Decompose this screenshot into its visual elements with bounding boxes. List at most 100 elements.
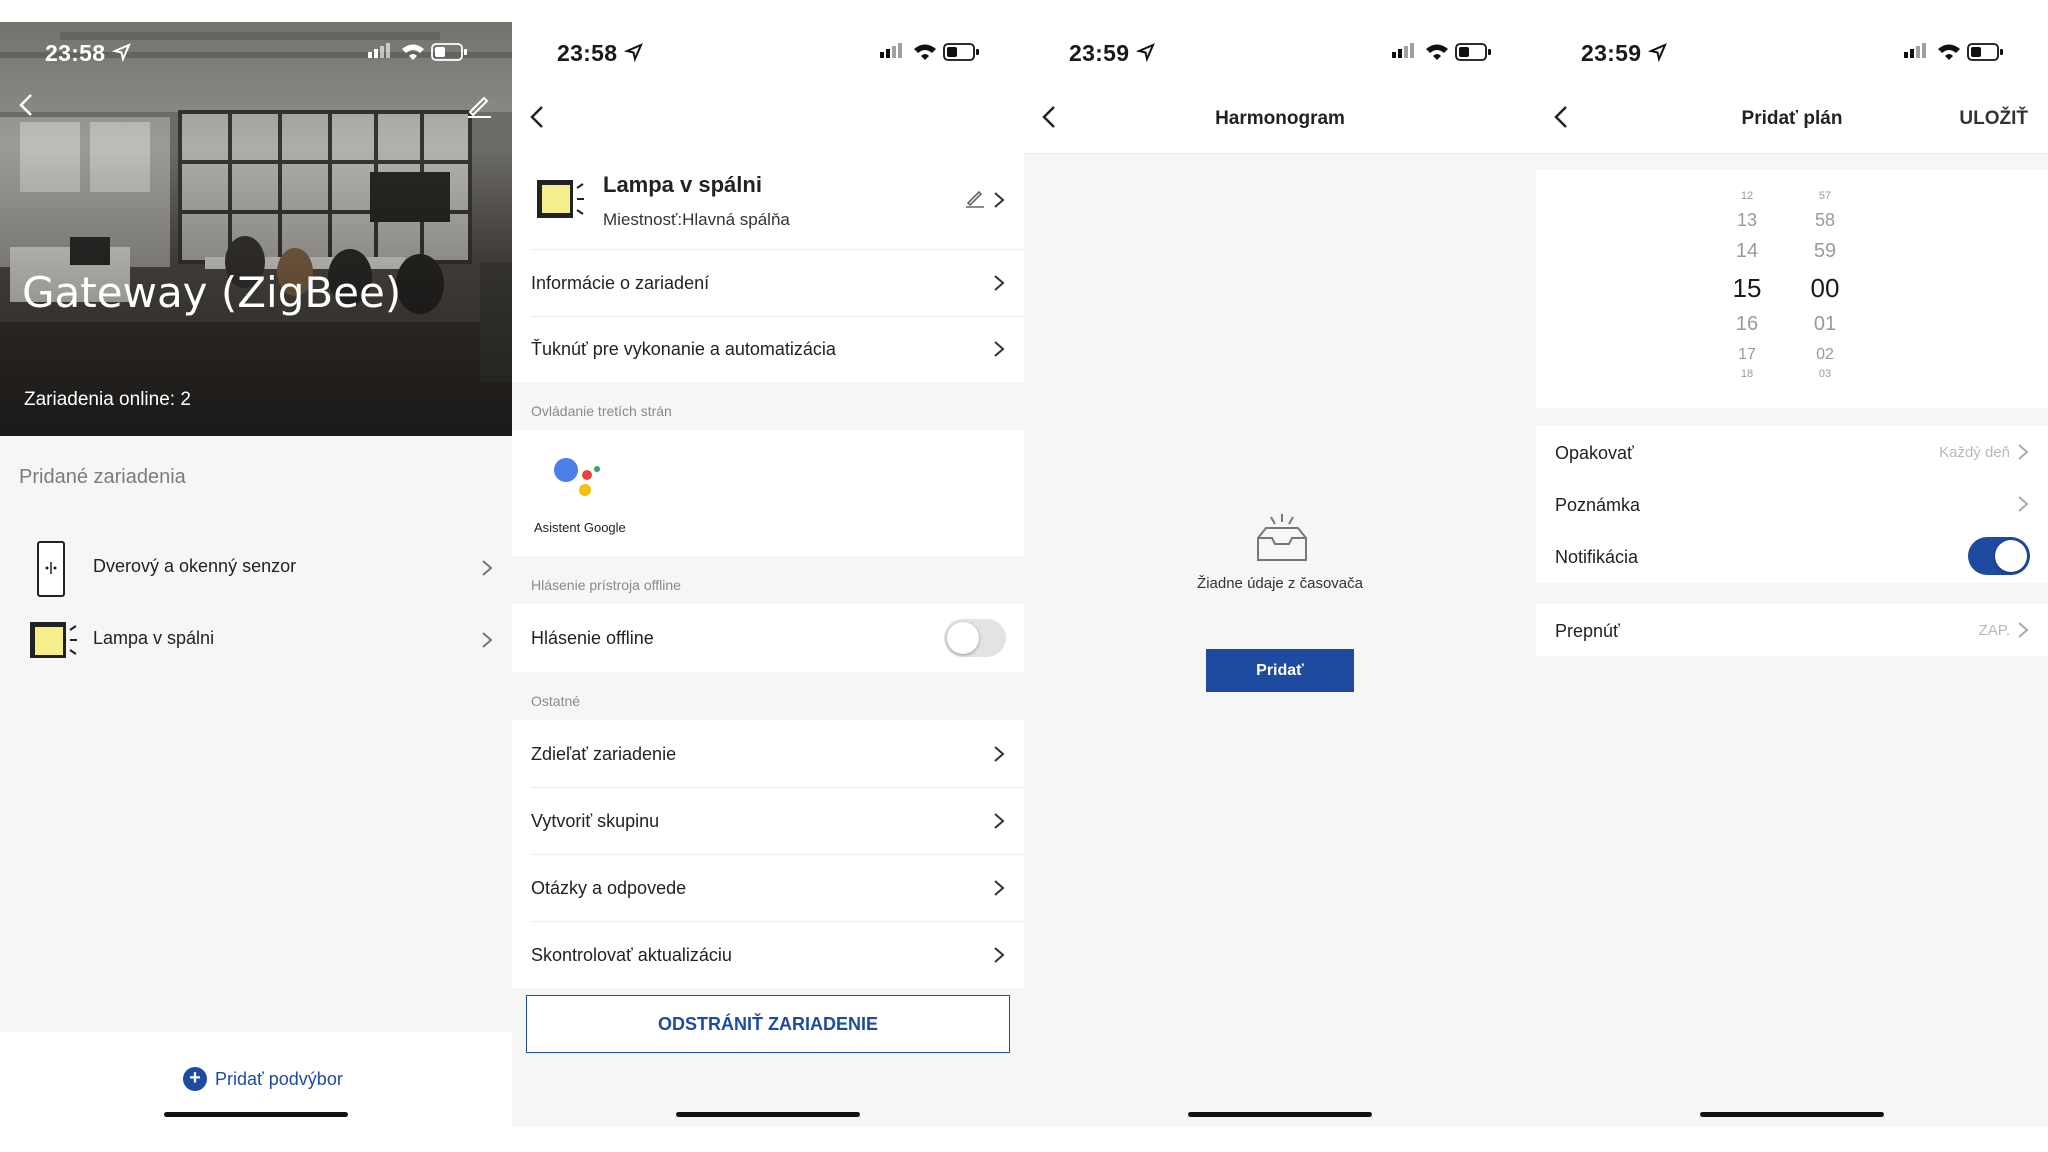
device-settings-screen: 23:58 Lampa v spálni Miestnosť:Hlavná sp… <box>512 22 1024 1127</box>
google-assistant-tile[interactable]: Asistent Google <box>512 430 1024 556</box>
row-label: Prepnúť <box>1555 621 1620 641</box>
picker-value: 16 <box>1735 313 1759 335</box>
home-indicator[interactable] <box>1188 1112 1372 1117</box>
picker-value: 01 <box>1813 313 1837 335</box>
status-bar: 23:59 <box>1536 22 2048 84</box>
picker-value: 57 <box>1818 190 1832 202</box>
chevron-right-icon <box>994 341 1005 357</box>
row-faq[interactable]: Otázky a odpovede <box>512 854 1024 921</box>
wifi-icon <box>1426 44 1448 60</box>
device-label: Dverový a okenný senzor <box>93 556 297 576</box>
wifi-icon <box>914 44 936 60</box>
wifi-icon <box>1938 44 1960 60</box>
picker-value: 14 <box>1735 240 1759 262</box>
row-label: Opakovať <box>1555 443 1634 463</box>
device-row-lamp[interactable]: Lampa v spálni <box>0 606 512 676</box>
time-picker[interactable]: 12 13 14 15 16 17 18 57 58 59 00 01 02 0… <box>1536 170 2048 408</box>
nav-bar: Harmonogram <box>1024 84 1536 154</box>
device-row-door-sensor[interactable]: Dverový a okenný senzor <box>0 534 512 604</box>
picker-value: 18 <box>1740 368 1754 380</box>
edit-pencil-icon[interactable] <box>464 90 494 120</box>
picker-value: 12 <box>1740 190 1754 202</box>
battery-icon <box>1455 43 1491 61</box>
row-label: Notifikácia <box>1555 547 1639 567</box>
status-icons <box>880 43 979 61</box>
row-switch[interactable]: Prepnúť ZAP. <box>1536 604 2048 656</box>
clock: 23:58 <box>45 40 106 66</box>
row-label: Zdieľať zariadenie <box>531 744 677 764</box>
back-arrow-icon[interactable] <box>12 90 42 120</box>
chevron-right-icon <box>2018 444 2029 460</box>
signal-icon <box>1904 43 1926 58</box>
hero-image: Gateway (ZigBee) Zariadenia online: 2 <box>0 22 512 436</box>
chevron-right-icon <box>994 947 1005 963</box>
clock: 23:59 <box>1069 40 1130 66</box>
row-note[interactable]: Poznámka <box>1536 478 2048 530</box>
empty-state-text: Žiadne údaje z časovača <box>1197 575 1363 592</box>
row-automation[interactable]: Ťuknúť pre vykonanie a automatizácia <box>512 316 1024 382</box>
row-device-info[interactable]: Informácie o zariadení <box>512 250 1024 316</box>
lamp-icon <box>537 180 584 218</box>
home-indicator[interactable] <box>676 1112 860 1117</box>
device-header-row[interactable] <box>512 154 1024 249</box>
signal-icon <box>368 43 390 58</box>
picker-value: 02 <box>1816 346 1834 363</box>
battery-icon <box>1967 43 2003 61</box>
row-share-device[interactable]: Zdieľať zariadenie <box>512 720 1024 787</box>
row-create-group[interactable]: Vytvoriť skupinu <box>512 787 1024 854</box>
home-indicator[interactable] <box>1700 1112 1884 1117</box>
picker-value: 13 <box>1736 210 1758 230</box>
picker-selected-minute: 00 <box>1810 273 1840 303</box>
signal-icon <box>1392 43 1414 58</box>
status-icons <box>1904 43 2003 61</box>
location-arrow-icon <box>624 43 643 62</box>
home-indicator[interactable] <box>164 1112 348 1117</box>
device-room: Miestnosť:Hlavná spálňa <box>603 210 790 229</box>
picker-value: 59 <box>1813 240 1837 262</box>
notification-toggle[interactable] <box>1968 537 2030 575</box>
status-icons <box>368 43 467 61</box>
chevron-right-icon <box>994 813 1005 829</box>
add-plan-screen: 23:59 Pridať plán ULOŽIŤ 12 13 14 15 16 … <box>1536 22 2048 1127</box>
row-repeat[interactable]: Opakovať Každý deň <box>1536 426 2048 478</box>
back-arrow-icon[interactable] <box>526 102 548 132</box>
gateway-screen: Gateway (ZigBee) Zariadenia online: 2 23… <box>0 22 512 1127</box>
battery-icon <box>943 43 979 61</box>
clock: 23:58 <box>557 40 618 66</box>
row-label: Hlásenie offline <box>531 628 654 648</box>
row-label: Informácie o zariadení <box>531 273 710 293</box>
row-label: Skontrolovať aktualizáciu <box>531 945 732 965</box>
plus-circle-icon: + <box>183 1067 207 1091</box>
location-arrow-icon <box>112 43 131 62</box>
chevron-right-icon <box>994 192 1005 208</box>
device-label: Lampa v spálni <box>93 628 215 648</box>
status-bar: 23:59 <box>1024 22 1536 84</box>
row-label: Poznámka <box>1555 495 1641 515</box>
schedule-screen: 23:59 Harmonogram Žiadne údaje z časovač… <box>1024 22 1536 1127</box>
location-arrow-icon <box>1136 43 1155 62</box>
device-name: Lampa v spálni <box>603 172 762 197</box>
lamp-icon <box>30 622 77 658</box>
switch-value: ZAP. <box>1978 622 2010 639</box>
picker-value: 03 <box>1818 368 1832 380</box>
remove-device-button[interactable]: ODSTRÁNIŤ ZARIADENIE <box>526 995 1010 1053</box>
status-bar: 23:58 <box>0 22 512 84</box>
row-offline-notification: Hlásenie offline <box>512 604 1024 672</box>
add-subdevice-button[interactable]: + Pridať podvýbor <box>183 1067 343 1091</box>
offline-header: Hlásenie prístroja offline <box>531 577 681 593</box>
picker-value: 17 <box>1738 346 1756 363</box>
offline-toggle[interactable] <box>944 619 1006 657</box>
row-check-update[interactable]: Skontrolovať aktualizáciu <box>512 921 1024 988</box>
page-title: Harmonogram <box>1215 108 1345 129</box>
gateway-title: Gateway (ZigBee) <box>22 268 402 317</box>
nav-bar <box>512 84 1024 154</box>
add-schedule-button[interactable]: Pridať <box>1206 649 1354 692</box>
add-subdevice-label: Pridať podvýbor <box>215 1068 343 1089</box>
save-button[interactable]: ULOŽIŤ <box>1959 108 2028 130</box>
edit-pencil-icon[interactable] <box>964 187 986 209</box>
added-devices-header: Pridané zariadenia <box>19 466 186 488</box>
repeat-value: Každý deň <box>1939 444 2010 461</box>
nav-bar: Pridať plán ULOŽIŤ <box>1536 84 2048 154</box>
chevron-right-icon <box>482 560 493 576</box>
other-header: Ostatné <box>531 693 581 709</box>
